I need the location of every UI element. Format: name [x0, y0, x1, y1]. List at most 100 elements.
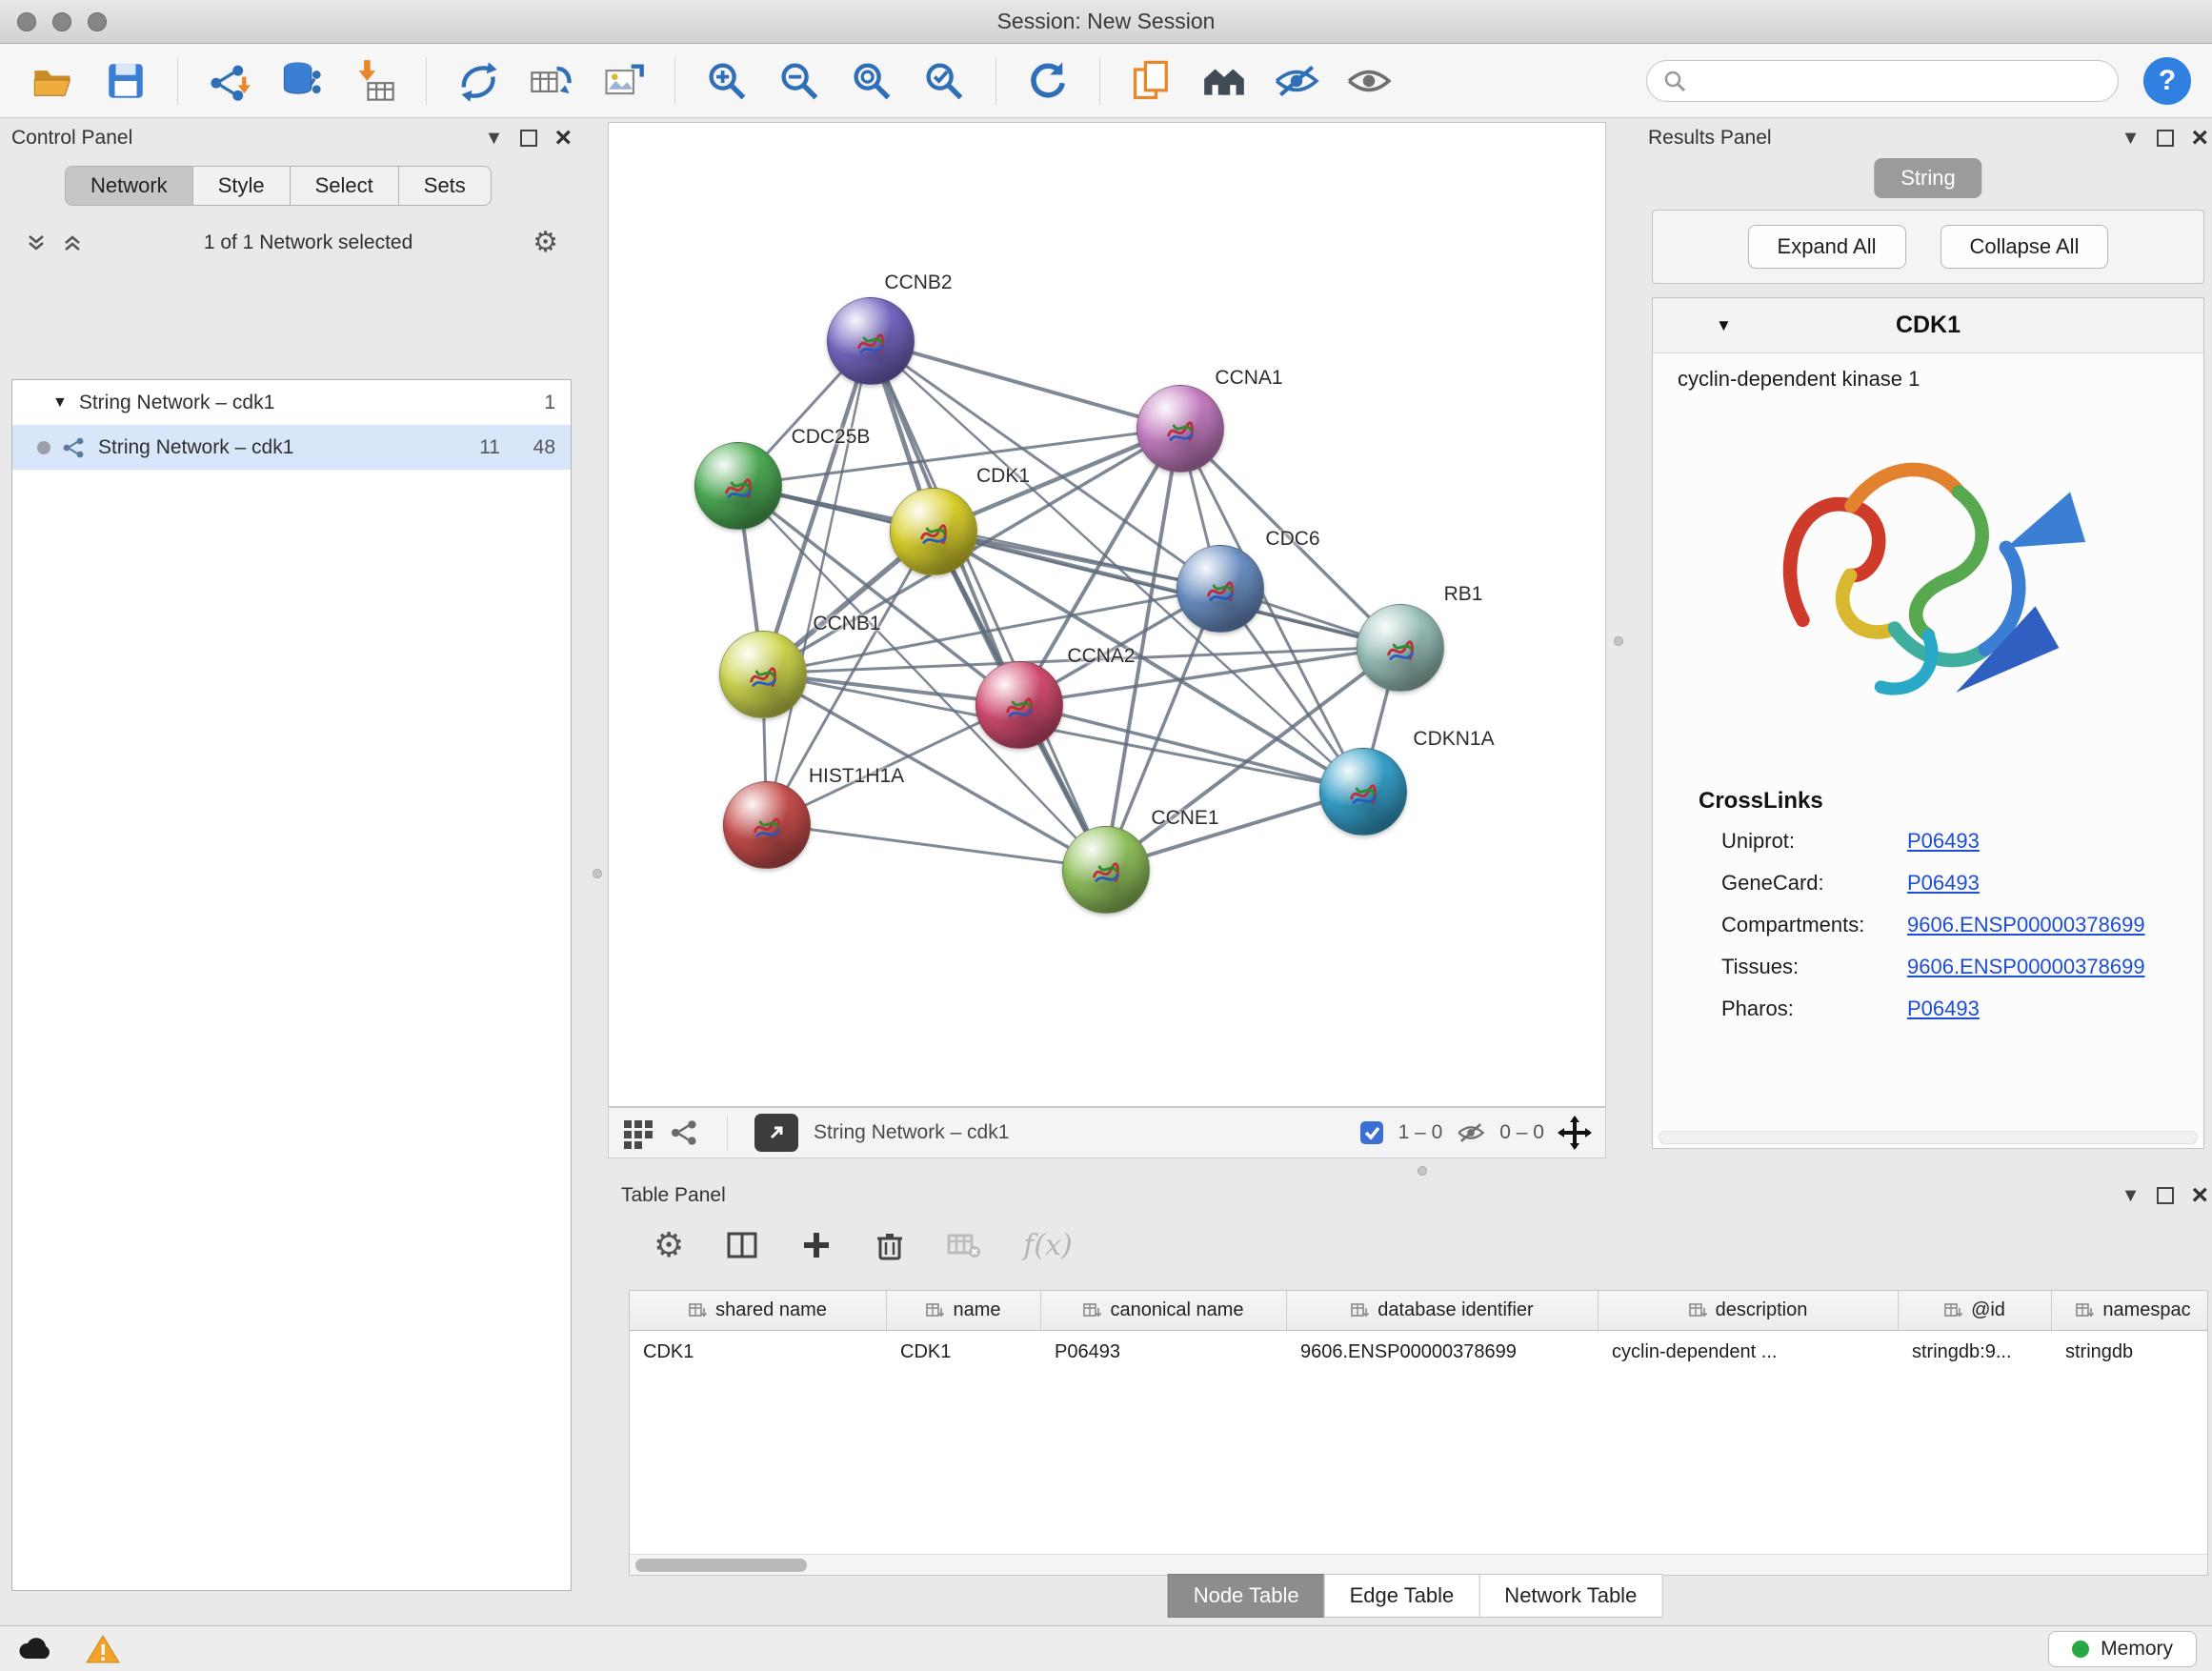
zoom-fit-button[interactable]: [839, 51, 904, 111]
table-cell[interactable]: P06493: [1041, 1341, 1287, 1363]
warning-icon[interactable]: [86, 1634, 120, 1664]
table-options-gear-icon[interactable]: ⚙: [654, 1228, 684, 1262]
column-header-shared-name[interactable]: shared name: [630, 1291, 887, 1330]
splitter-handle[interactable]: [1418, 1166, 1427, 1176]
network-edge[interactable]: [870, 341, 1105, 869]
zoom-selected-button[interactable]: [912, 51, 976, 111]
scrollbar-thumb[interactable]: [635, 1559, 807, 1572]
fit-crosshair-icon[interactable]: [1558, 1116, 1592, 1150]
network-options-gear-icon[interactable]: ⚙: [533, 229, 558, 257]
network-node-rb1[interactable]: [1357, 604, 1444, 692]
table-cell[interactable]: CDK1: [887, 1341, 1041, 1363]
close-panel-icon[interactable]: ×: [554, 124, 572, 152]
column-header-canonical-name[interactable]: canonical name: [1041, 1291, 1287, 1330]
tab-select[interactable]: Select: [290, 166, 399, 206]
network-from-table-button[interactable]: [518, 51, 583, 111]
uniprot-link[interactable]: P06493: [1907, 829, 1980, 854]
open-in-new-window-button[interactable]: [754, 1114, 798, 1152]
network-collection-row[interactable]: ▼ String Network – cdk1 1: [12, 380, 571, 425]
expand-all-button[interactable]: Expand All: [1748, 225, 1906, 269]
open-session-button[interactable]: [21, 51, 86, 111]
column-header-name[interactable]: name: [887, 1291, 1041, 1330]
tissues-link[interactable]: 9606.ENSP00000378699: [1907, 955, 2145, 979]
string-results-tab[interactable]: String: [1874, 158, 1981, 198]
compartments-link[interactable]: 9606.ENSP00000378699: [1907, 913, 2145, 937]
tab-network-table[interactable]: Network Table: [1478, 1574, 1662, 1618]
section-disclosure-triangle-icon[interactable]: ▼: [1716, 316, 1732, 335]
zoom-window-button[interactable]: [88, 12, 107, 31]
tab-style[interactable]: Style: [192, 166, 291, 206]
home-button[interactable]: [1192, 51, 1257, 111]
maximize-panel-icon[interactable]: [2157, 130, 2174, 147]
network-node-ccnb1[interactable]: [719, 631, 807, 718]
zoom-in-button[interactable]: [694, 51, 759, 111]
share-network-button[interactable]: [446, 51, 511, 111]
splitter-handle[interactable]: [593, 869, 602, 878]
show-all-button[interactable]: [1337, 51, 1401, 111]
table-row[interactable]: CDK1CDK1P064939606.ENSP00000378699cyclin…: [630, 1331, 2207, 1373]
network-node-ccna1[interactable]: [1136, 385, 1224, 473]
search-input[interactable]: [1697, 70, 2102, 92]
column-header-namespac[interactable]: namespac: [2052, 1291, 2208, 1330]
network-edge[interactable]: [767, 824, 1105, 869]
network-node-cdc25b[interactable]: [694, 442, 782, 530]
genecard-link[interactable]: P06493: [1907, 871, 1980, 896]
tab-node-table[interactable]: Node Table: [1168, 1574, 1325, 1618]
network-node-ccnb2[interactable]: [827, 297, 915, 385]
close-panel-icon[interactable]: ×: [2191, 1181, 2208, 1210]
maximize-panel-icon[interactable]: [520, 130, 537, 147]
refresh-button[interactable]: [1016, 51, 1080, 111]
collapse-all-networks-icon[interactable]: [61, 232, 84, 254]
column-header-@id[interactable]: @id: [1899, 1291, 2052, 1330]
tab-sets[interactable]: Sets: [398, 166, 492, 206]
table-cell[interactable]: 9606.ENSP00000378699: [1287, 1341, 1599, 1363]
tab-edge-table[interactable]: Edge Table: [1324, 1574, 1480, 1618]
share-network-small-icon[interactable]: [670, 1117, 700, 1148]
network-row-selected[interactable]: String Network – cdk1 11 48: [12, 425, 571, 470]
delete-column-trash-icon[interactable]: [875, 1229, 905, 1261]
tab-network[interactable]: Network: [65, 166, 193, 206]
maximize-panel-icon[interactable]: [2157, 1187, 2174, 1204]
save-session-button[interactable]: [93, 51, 158, 111]
results-scrollbar[interactable]: [1659, 1131, 2198, 1144]
hide-selected-button[interactable]: [1264, 51, 1329, 111]
copy-document-button[interactable]: [1119, 51, 1184, 111]
close-window-button[interactable]: [17, 12, 36, 31]
disclosure-triangle-icon[interactable]: ▼: [52, 394, 68, 412]
network-node-cdc6[interactable]: [1176, 545, 1264, 633]
selected-checkbox-icon[interactable]: [1358, 1119, 1385, 1146]
column-header-database-identifier[interactable]: database identifier: [1287, 1291, 1599, 1330]
zoom-out-button[interactable]: [767, 51, 832, 111]
column-header-description[interactable]: description: [1599, 1291, 1899, 1330]
minimize-window-button[interactable]: [52, 12, 71, 31]
float-panel-icon[interactable]: ▼: [2122, 129, 2141, 148]
splitter-handle[interactable]: [1614, 636, 1623, 646]
network-node-cdkn1a[interactable]: [1319, 748, 1407, 836]
import-table-button[interactable]: [342, 51, 407, 111]
cloud-icon[interactable]: [15, 1634, 57, 1664]
hidden-eye-icon[interactable]: [1456, 1119, 1486, 1146]
expand-all-networks-icon[interactable]: [25, 232, 48, 254]
collapse-all-button[interactable]: Collapse All: [1941, 225, 2109, 269]
pharos-link[interactable]: P06493: [1907, 997, 1980, 1021]
import-network-file-button[interactable]: [197, 51, 262, 111]
table-cell[interactable]: CDK1: [630, 1341, 887, 1363]
network-node-ccne1[interactable]: [1062, 826, 1150, 914]
help-button[interactable]: ?: [2143, 57, 2191, 105]
float-panel-icon[interactable]: ▼: [2122, 1186, 2141, 1205]
network-node-hist1h1a[interactable]: [723, 781, 811, 869]
network-canvas[interactable]: CCNB2CCNA1CDC25BCDK1CDC6RB1CCNB1CCNA2CDK…: [608, 122, 1606, 1107]
memory-button[interactable]: Memory: [2048, 1631, 2197, 1667]
table-cell[interactable]: stringdb:9...: [1899, 1341, 2052, 1363]
export-image-button[interactable]: [591, 51, 655, 111]
import-network-database-button[interactable]: [270, 51, 334, 111]
table-hscrollbar[interactable]: [630, 1554, 2207, 1575]
table-cell[interactable]: stringdb: [2052, 1341, 2208, 1363]
show-columns-icon[interactable]: [726, 1229, 758, 1261]
birdseye-grid-icon[interactable]: [622, 1117, 654, 1149]
search-box[interactable]: [1646, 60, 2119, 102]
close-panel-icon[interactable]: ×: [2191, 124, 2208, 152]
add-column-icon[interactable]: [800, 1229, 833, 1261]
network-edge[interactable]: [767, 341, 871, 824]
float-panel-icon[interactable]: ▼: [485, 129, 504, 148]
